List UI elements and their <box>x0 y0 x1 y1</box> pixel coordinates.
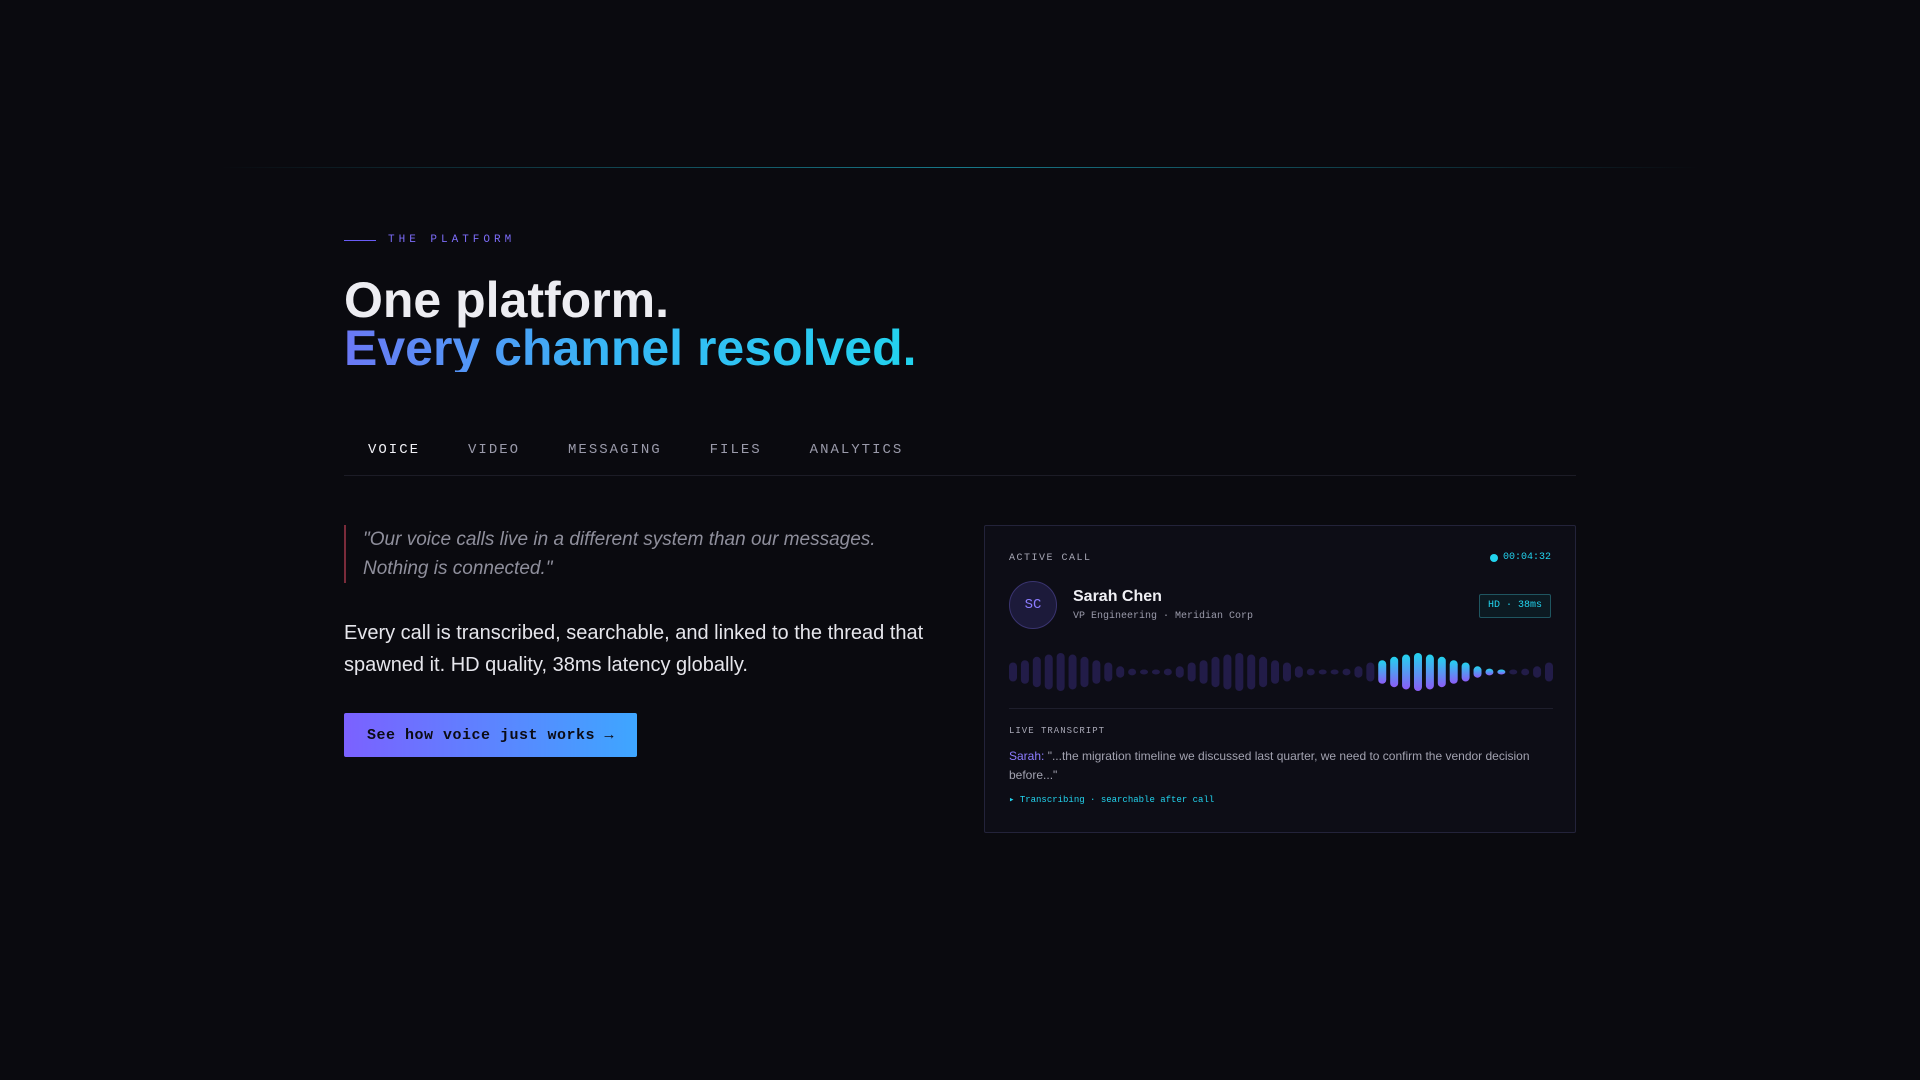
transcript-text: "...the migration timeline we discussed … <box>1009 749 1530 782</box>
waveform-bar <box>1259 656 1268 688</box>
waveform-bar <box>1378 660 1387 684</box>
active-call-label: ACTIVE CALL <box>1009 553 1092 564</box>
waveform-bar <box>1461 662 1470 682</box>
card-divider <box>1009 708 1553 709</box>
waveform-bar <box>1509 669 1518 675</box>
waveform-bar <box>1199 660 1208 684</box>
waveform-bar <box>1104 662 1113 682</box>
waveform-bar <box>1056 653 1065 691</box>
transcribing-status: ▸ Transcribing · searchable after call <box>1009 795 1215 805</box>
tab-files[interactable]: FILES <box>686 428 786 476</box>
headline-line-2: Every channel resolved. <box>344 320 917 376</box>
quality-badge: HD · 38ms <box>1478 594 1551 618</box>
tab-voice[interactable]: VOICE <box>344 428 444 476</box>
live-dot-icon <box>1489 553 1498 562</box>
waveform-bar <box>1366 662 1375 682</box>
waveform-bar <box>1009 662 1017 682</box>
waveform-bar <box>1318 669 1327 675</box>
waveform-bar <box>1473 666 1482 678</box>
live-transcript: Sarah: "...the migration timeline we dis… <box>1009 747 1553 785</box>
tab-messaging[interactable]: MESSAGING <box>544 428 686 476</box>
waveform-bar <box>1092 660 1101 684</box>
waveform-bar <box>1306 668 1315 676</box>
waveform-bar <box>1282 662 1291 682</box>
waveform-bar <box>1545 662 1553 682</box>
eyebrow: THE PLATFORM <box>344 234 515 246</box>
waveform-bar <box>1449 660 1458 684</box>
tab-analytics[interactable]: ANALYTICS <box>786 428 928 476</box>
customer-quote: "Our voice calls live in a different sys… <box>344 525 944 583</box>
waveform-bar <box>1247 654 1256 690</box>
eyebrow-line <box>344 239 376 241</box>
transcript-speaker: Sarah: <box>1009 749 1045 763</box>
waveform-bar <box>1151 669 1160 675</box>
caller-name: Sarah Chen <box>1073 588 1162 605</box>
call-timer: 00:04:32 <box>1489 552 1551 563</box>
waveform-bar <box>1223 654 1232 690</box>
waveform-bar <box>1032 656 1041 688</box>
avatar: SC <box>1009 581 1057 629</box>
waveform-bar <box>1175 666 1184 678</box>
tab-video[interactable]: VIDEO <box>444 428 544 476</box>
waveform-bar <box>1080 656 1089 688</box>
waveform-bar <box>1235 653 1244 691</box>
platform-section: THE PLATFORM One platform. Every channel… <box>344 0 1576 1080</box>
waveform-bar <box>1330 669 1339 675</box>
waveform-bar <box>1413 653 1422 691</box>
waveform-bar <box>1044 654 1053 690</box>
waveform-bar <box>1116 666 1125 678</box>
transcript-label: LIVE TRANSCRIPT <box>1009 726 1106 736</box>
waveform-bar <box>1521 668 1530 676</box>
waveform-bar <box>1354 666 1363 678</box>
waveform-bar <box>1533 666 1542 678</box>
audio-waveform <box>1009 653 1553 691</box>
waveform-bar <box>1068 654 1077 690</box>
voice-description: Every call is transcribed, searchable, a… <box>344 622 924 676</box>
waveform-bar <box>1390 656 1399 688</box>
eyebrow-text: THE PLATFORM <box>388 234 516 246</box>
caller-role: VP Engineering · Meridian Corp <box>1073 611 1254 622</box>
waveform-bar <box>1211 656 1220 688</box>
headline-line-1: One platform. <box>344 272 670 328</box>
waveform-bar <box>1163 668 1172 676</box>
channel-tabs: VOICE VIDEO MESSAGING FILES ANALYTICS <box>344 428 1576 476</box>
headline: One platform. Every channel resolved. <box>344 272 917 376</box>
waveform-bar <box>1140 669 1149 675</box>
waveform-bar <box>1437 656 1446 688</box>
active-call-card: ACTIVE CALL 00:04:32 SC Sarah Chen VP En… <box>984 525 1576 833</box>
waveform-bar <box>1497 669 1506 675</box>
waveform-bar <box>1425 654 1434 690</box>
waveform-bar <box>1187 662 1196 682</box>
waveform-bar <box>1020 660 1029 684</box>
waveform-bar <box>1485 668 1494 676</box>
waveform-bar <box>1402 654 1411 690</box>
waveform-bar <box>1294 666 1303 678</box>
call-timer-value: 00:04:32 <box>1502 552 1551 563</box>
waveform-bar <box>1128 668 1137 676</box>
waveform-bar <box>1271 660 1280 684</box>
waveform-bar <box>1342 668 1351 676</box>
see-voice-button[interactable]: See how voice just works → <box>344 713 637 757</box>
